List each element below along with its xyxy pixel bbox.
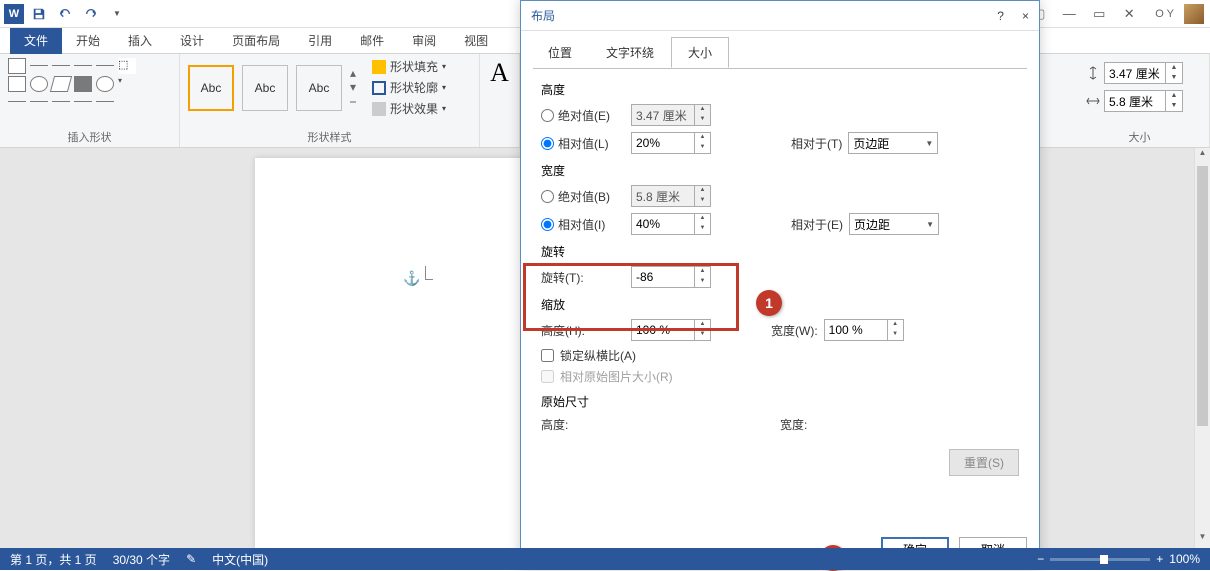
tab-layout[interactable]: 页面布局	[218, 28, 294, 54]
width-abs-radio[interactable]: 绝对值(B)	[541, 188, 631, 205]
shapes-group: ⬚ ▾ 插入形状	[0, 54, 180, 147]
scale-w-label: 宽度(W):	[771, 322, 818, 339]
rotate-label: 旋转(T):	[541, 269, 631, 286]
layout-dialog: 布局 ? × 位置 文字环绕 大小 高度 绝对值(E) ▲▼ 相对值(L) ▲▼…	[520, 0, 1040, 570]
tab-size[interactable]: 大小	[671, 37, 729, 68]
shape-effects-button[interactable]: 形状效果 ▾	[372, 100, 446, 117]
wordart-group: A	[480, 54, 520, 147]
width-relto-label: 相对于(E)	[791, 216, 843, 233]
rel-orig-checkbox: 相对原始图片大小(R)	[541, 368, 1019, 385]
status-page[interactable]: 第 1 页，共 1 页	[10, 551, 97, 568]
zoom-control[interactable]: −+ 100%	[1037, 552, 1200, 566]
tab-file[interactable]: 文件	[10, 28, 62, 54]
height-title: 高度	[541, 81, 1019, 98]
qat-dropdown[interactable]: ▼	[106, 3, 128, 25]
close-button[interactable]: ✕	[1117, 2, 1141, 26]
status-proofing-icon[interactable]: ✎	[186, 552, 196, 566]
shapes-group-label: 插入形状	[8, 129, 171, 145]
size-group-label: 大小	[1078, 129, 1201, 145]
styles-group-label: 形状样式	[188, 129, 471, 145]
save-button[interactable]	[28, 3, 50, 25]
width-input[interactable]: ▲▼	[1104, 90, 1183, 112]
redo-button[interactable]	[80, 3, 102, 25]
reset-button[interactable]: 重置(S)	[949, 449, 1019, 476]
rotate-input[interactable]: ▲▼	[631, 266, 711, 288]
tab-home[interactable]: 开始	[62, 28, 114, 54]
word-app-icon: W	[4, 4, 24, 24]
status-words[interactable]: 30/30 个字	[113, 551, 170, 568]
wordart-icon[interactable]: A	[482, 58, 517, 88]
tab-design[interactable]: 设计	[166, 28, 218, 54]
rotate-title: 旋转	[541, 243, 1019, 260]
lock-aspect-checkbox[interactable]: 锁定纵横比(A)	[541, 347, 1019, 364]
statusbar: 第 1 页，共 1 页 30/30 个字 ✎ 中文(中国) −+ 100%	[0, 548, 1210, 570]
scale-h-label: 高度(H):	[541, 322, 631, 339]
tab-wrap[interactable]: 文字环绕	[589, 37, 671, 68]
dialog-body: 高度 绝对值(E) ▲▼ 相对值(L) ▲▼ 相对于(T) 页边距▼ 宽度 绝对…	[533, 68, 1027, 496]
width-title: 宽度	[541, 162, 1019, 179]
origsize-h: 高度:	[541, 416, 780, 433]
dialog-title: 布局	[531, 7, 555, 24]
cursor-mark	[425, 266, 433, 280]
user-avatar[interactable]	[1184, 4, 1204, 24]
height-abs-input[interactable]: ▲▼	[631, 104, 711, 126]
origsize-title: 原始尺寸	[541, 393, 1019, 410]
rotate-section: 旋转 旋转(T): ▲▼	[541, 243, 1019, 288]
style-swatch-1[interactable]: Abc	[188, 65, 234, 111]
restore-button[interactable]: ▭	[1087, 2, 1111, 26]
tab-review[interactable]: 审阅	[398, 28, 450, 54]
scale-w-input[interactable]: ▲▼	[824, 319, 904, 341]
height-relto-combo[interactable]: 页边距▼	[848, 132, 938, 154]
quick-access-toolbar: W ▼	[0, 0, 132, 27]
style-swatch-3[interactable]: Abc	[296, 65, 342, 111]
minimize-button[interactable]: —	[1057, 2, 1081, 26]
height-relto-label: 相对于(T)	[791, 135, 842, 152]
origsize-section: 原始尺寸 高度: 宽度: 重置(S)	[541, 393, 1019, 476]
width-relto-combo[interactable]: 页边距▼	[849, 213, 939, 235]
height-abs-radio[interactable]: 绝对值(E)	[541, 107, 631, 124]
size-group: ▲▼ ▲▼ 大小	[1070, 54, 1210, 147]
status-lang[interactable]: 中文(中国)	[212, 551, 268, 568]
shape-outline-button[interactable]: 形状轮廓 ▾	[372, 79, 446, 96]
tab-insert[interactable]: 插入	[114, 28, 166, 54]
tab-view[interactable]: 视图	[450, 28, 502, 54]
shape-fill-button[interactable]: 形状填充 ▾	[372, 58, 446, 75]
height-rel-radio[interactable]: 相对值(L)	[541, 135, 631, 152]
tab-references[interactable]: 引用	[294, 28, 346, 54]
height-section: 高度 绝对值(E) ▲▼ 相对值(L) ▲▼ 相对于(T) 页边距▼	[541, 81, 1019, 154]
zoom-value[interactable]: 100%	[1169, 552, 1200, 566]
anchor-icon: ⚓	[403, 270, 420, 287]
height-input[interactable]: ▲▼	[1104, 62, 1183, 84]
dialog-close-icon[interactable]: ×	[1022, 9, 1029, 23]
origsize-w: 宽度:	[780, 416, 1019, 433]
dialog-titlebar: 布局 ? ×	[521, 1, 1039, 31]
undo-button[interactable]	[54, 3, 76, 25]
style-swatch-2[interactable]: Abc	[242, 65, 288, 111]
width-section: 宽度 绝对值(B) ▲▼ 相对值(I) ▲▼ 相对于(E) 页边距▼	[541, 162, 1019, 235]
width-abs-input[interactable]: ▲▼	[631, 185, 711, 207]
user-label: O Y	[1155, 8, 1174, 20]
width-rel-radio[interactable]: 相对值(I)	[541, 216, 631, 233]
width-rel-input[interactable]: ▲▼	[631, 213, 711, 235]
height-rel-input[interactable]: ▲▼	[631, 132, 711, 154]
scale-h-input[interactable]: ▲▼	[631, 319, 711, 341]
dialog-tabs: 位置 文字环绕 大小	[531, 37, 1039, 68]
callout-1: 1	[756, 290, 782, 316]
vertical-scrollbar[interactable]: ▲ ▼	[1194, 148, 1210, 548]
shape-styles-group: Abc Abc Abc ▴▾⎯ 形状填充 ▾ 形状轮廓 ▾ 形状效果 ▾ 形状样…	[180, 54, 480, 147]
dialog-help-icon[interactable]: ?	[997, 9, 1004, 23]
shapes-gallery[interactable]: ⬚ ▾	[8, 58, 171, 102]
tab-mailings[interactable]: 邮件	[346, 28, 398, 54]
tab-position[interactable]: 位置	[531, 37, 589, 68]
